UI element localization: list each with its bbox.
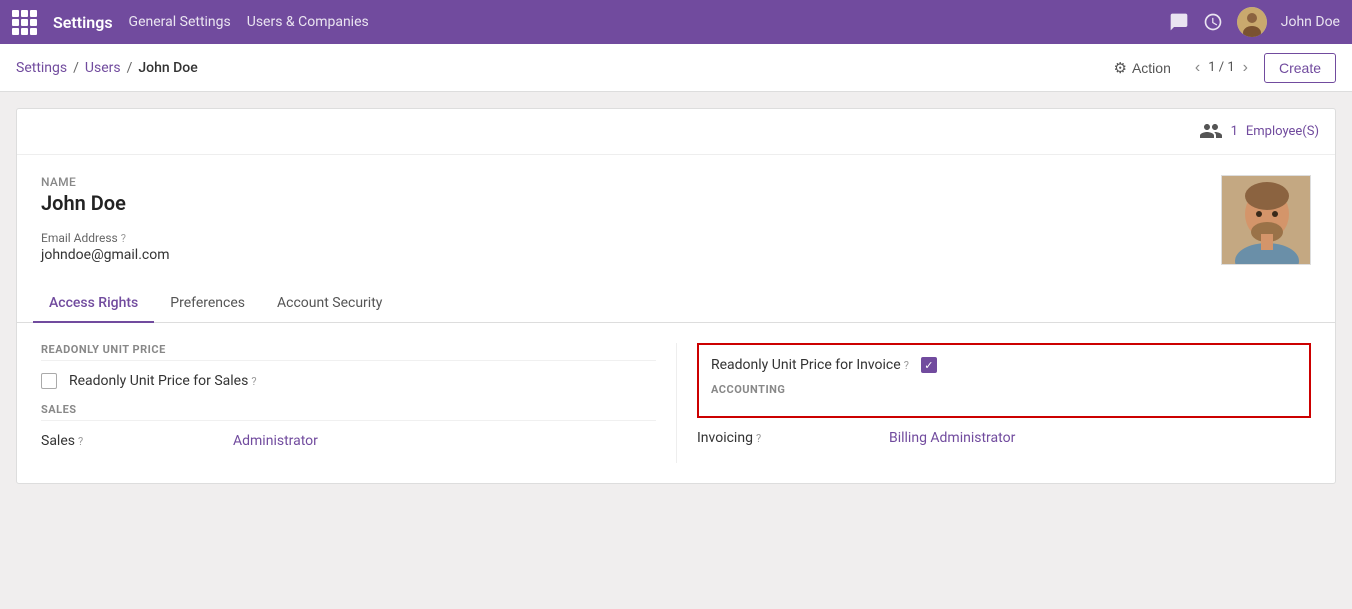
pager-count: 1 / 1 bbox=[1208, 60, 1234, 75]
name-field-label: Name bbox=[41, 175, 1205, 189]
email-help-icon[interactable]: ? bbox=[121, 232, 126, 245]
tab-access-rights[interactable]: Access Rights bbox=[33, 285, 154, 323]
name-field-value: John Doe bbox=[41, 191, 1205, 215]
highlight-box: Readonly Unit Price for Invoice ? ✓ ACCO… bbox=[697, 343, 1311, 418]
nav-users-companies[interactable]: Users & Companies bbox=[247, 14, 369, 30]
tabs: Access Rights Preferences Account Securi… bbox=[17, 285, 1335, 323]
breadcrumb-current: John Doe bbox=[138, 60, 197, 76]
employee-count[interactable]: 1 Employee(S) bbox=[1199, 119, 1319, 144]
invoicing-field-row: Invoicing ? Billing Administrator bbox=[697, 430, 1311, 446]
gear-icon: ⚙ bbox=[1114, 59, 1127, 77]
breadcrumb-sep-1: / bbox=[73, 60, 79, 76]
user-avatar-nav[interactable] bbox=[1237, 7, 1267, 37]
employees-icon bbox=[1199, 119, 1223, 144]
tab-preferences[interactable]: Preferences bbox=[154, 285, 261, 323]
pager-prev-button[interactable]: ‹ bbox=[1191, 57, 1204, 79]
nav-general-settings[interactable]: General Settings bbox=[129, 14, 231, 30]
user-fields: Name John Doe Email Address ? johndoe@gm… bbox=[41, 175, 1205, 265]
nav-icons: John Doe bbox=[1169, 7, 1340, 37]
user-photo-placeholder bbox=[1222, 176, 1311, 265]
tab-account-security[interactable]: Account Security bbox=[261, 285, 398, 323]
apps-grid-icon[interactable] bbox=[12, 10, 37, 35]
readonly-unit-price-sales-label: Readonly Unit Price for Sales ? bbox=[69, 373, 257, 389]
readonly-unit-price-invoice-row: Readonly Unit Price for Invoice ? ✓ bbox=[711, 357, 1297, 373]
sales-field-label: Sales ? bbox=[41, 433, 221, 449]
employee-count-number: 1 bbox=[1231, 124, 1238, 139]
readonly-unit-price-sales-row: Readonly Unit Price for Sales ? bbox=[41, 373, 656, 389]
toolbar-actions: ⚙ Action ‹ 1 / 1 › Create bbox=[1106, 53, 1337, 83]
top-nav: Settings General Settings Users & Compan… bbox=[0, 0, 1352, 44]
sales-field-value: Administrator bbox=[233, 433, 318, 449]
employee-count-label: Employee(S) bbox=[1246, 124, 1319, 139]
breadcrumb-sep-2: / bbox=[127, 60, 133, 76]
sales-help-icon[interactable]: ? bbox=[78, 435, 83, 448]
app-name: Settings bbox=[53, 13, 113, 32]
access-rights-content: READONLY UNIT PRICE Readonly Unit Price … bbox=[17, 323, 1335, 483]
user-photo bbox=[1221, 175, 1311, 265]
right-column: Readonly Unit Price for Invoice ? ✓ ACCO… bbox=[676, 343, 1311, 463]
message-icon[interactable] bbox=[1169, 12, 1189, 32]
breadcrumb: Settings / Users / John Doe bbox=[16, 60, 198, 76]
readonly-unit-price-invoice-help-icon[interactable]: ? bbox=[904, 359, 909, 372]
email-field-value: johndoe@gmail.com bbox=[41, 247, 1205, 263]
readonly-unit-price-sales-checkbox[interactable] bbox=[41, 373, 57, 389]
accounting-section-header: ACCOUNTING bbox=[711, 383, 1297, 396]
readonly-unit-price-invoice-label: Readonly Unit Price for Invoice ? bbox=[711, 357, 909, 373]
breadcrumb-settings[interactable]: Settings bbox=[16, 60, 67, 76]
sales-section-header: SALES bbox=[41, 403, 656, 421]
readonly-unit-price-sales-help-icon[interactable]: ? bbox=[251, 375, 256, 388]
invoicing-help-icon[interactable]: ? bbox=[756, 432, 761, 445]
fields-grid: READONLY UNIT PRICE Readonly Unit Price … bbox=[41, 343, 1311, 463]
readonly-unit-price-invoice-checkbox[interactable]: ✓ bbox=[921, 357, 937, 373]
email-field-label: Email Address ? bbox=[41, 231, 1205, 245]
action-label: Action bbox=[1132, 60, 1171, 76]
pager-next-button[interactable]: › bbox=[1239, 57, 1252, 79]
readonly-unit-price-header: READONLY UNIT PRICE bbox=[41, 343, 656, 361]
sales-field-row: Sales ? Administrator bbox=[41, 433, 656, 449]
action-button[interactable]: ⚙ Action bbox=[1106, 55, 1179, 81]
left-column: READONLY UNIT PRICE Readonly Unit Price … bbox=[41, 343, 676, 463]
breadcrumb-users[interactable]: Users bbox=[85, 60, 121, 76]
clock-icon[interactable] bbox=[1203, 12, 1223, 32]
sub-header: Settings / Users / John Doe ⚙ Action ‹ 1… bbox=[0, 44, 1352, 92]
main-content: 1 Employee(S) Name John Doe Email Addres… bbox=[0, 92, 1352, 500]
pager: ‹ 1 / 1 › bbox=[1191, 57, 1252, 79]
employee-bar: 1 Employee(S) bbox=[17, 109, 1335, 155]
create-button[interactable]: Create bbox=[1264, 53, 1336, 83]
user-name-nav: John Doe bbox=[1281, 14, 1340, 30]
invoicing-field-value: Billing Administrator bbox=[889, 430, 1015, 446]
user-card: 1 Employee(S) Name John Doe Email Addres… bbox=[16, 108, 1336, 484]
user-info-section: Name John Doe Email Address ? johndoe@gm… bbox=[17, 155, 1335, 285]
invoicing-field-label: Invoicing ? bbox=[697, 430, 877, 446]
